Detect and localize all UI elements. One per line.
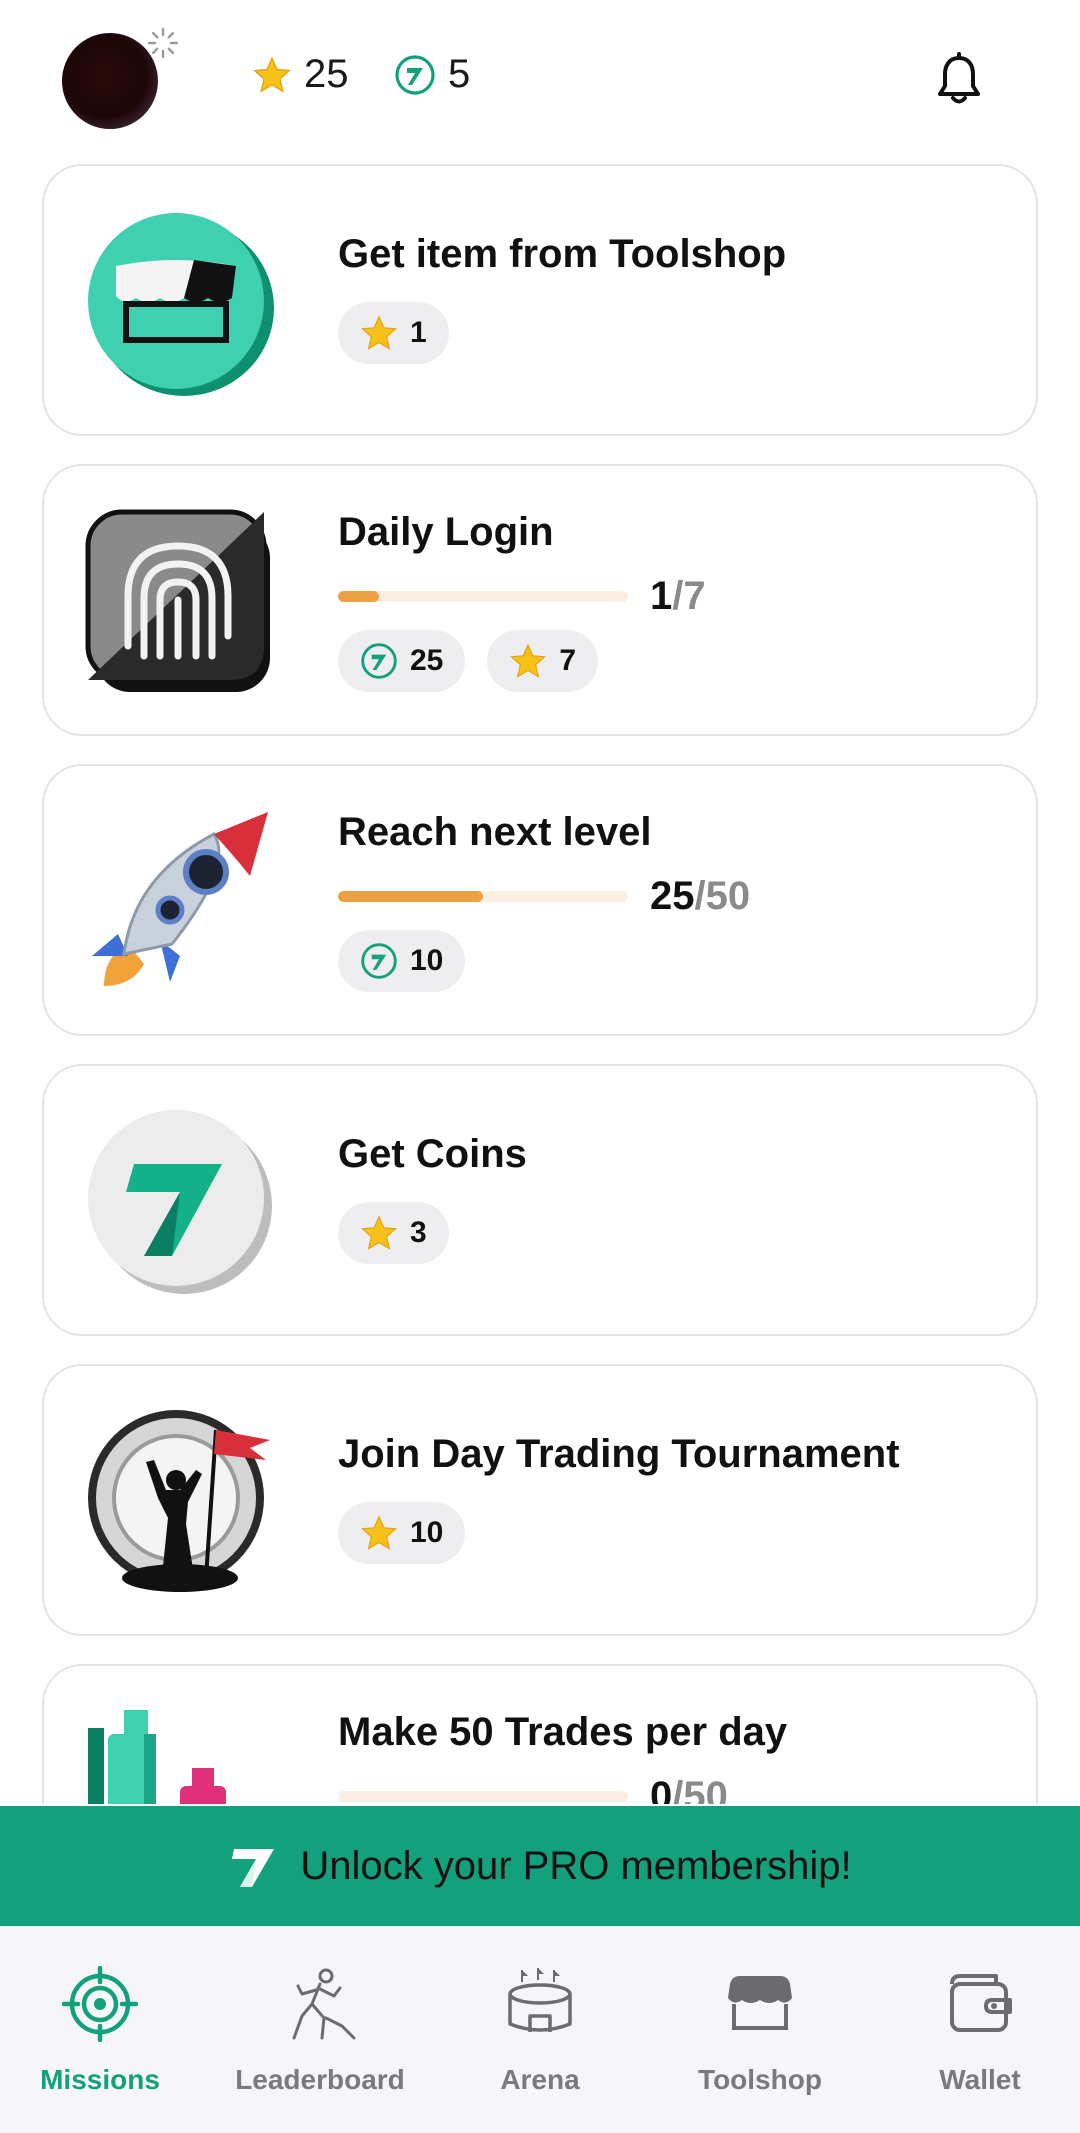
progress-bar <box>338 891 628 902</box>
reward-amount: 10 <box>410 1516 444 1549</box>
progress-count: 0/50 <box>650 1774 728 1804</box>
star-reward-chip: 1 <box>338 302 449 364</box>
progress-bar-fill <box>338 591 380 602</box>
stars-count: 25 <box>304 52 349 96</box>
reward-amount: 3 <box>410 1216 427 1249</box>
reward-amount: 1 <box>410 316 427 349</box>
mission-title: Join Day Trading Tournament <box>338 1432 900 1476</box>
coin-reward-chip: 25 <box>338 630 466 692</box>
progress-current: 25 <box>650 874 695 918</box>
coin-icon <box>395 54 435 95</box>
nav-label: Arena <box>500 2064 580 2095</box>
coins-balance[interactable]: 5 <box>394 52 470 97</box>
target-icon <box>62 1966 138 2042</box>
coin-icon <box>361 943 397 979</box>
top-bar: 25 5 <box>0 0 1080 160</box>
bottom-navigation: Missions Leaderboard Arena Toolshop Wall… <box>0 1926 1080 2133</box>
progress-total: /50 <box>694 874 751 918</box>
nav-label: Leaderboard <box>235 2064 405 2095</box>
star-icon <box>361 1515 397 1550</box>
progress-count: 25/50 <box>650 874 750 919</box>
nav-wallet[interactable]: Wallet <box>880 1966 1080 2096</box>
nav-label: Wallet <box>939 2064 1021 2095</box>
mission-title: Make 50 Trades per day <box>338 1710 788 1754</box>
star-icon <box>361 315 397 350</box>
missions-list[interactable]: Get item from Toolshop 1 Daily Login 1/7… <box>42 164 1038 1804</box>
coin-reward-chip: 10 <box>338 930 466 992</box>
rewards: 25 7 <box>338 630 599 692</box>
mission-card[interactable]: Join Day Trading Tournament 10 <box>42 1364 1038 1636</box>
nav-label: Missions <box>40 2064 160 2095</box>
climber-icon <box>292 1968 356 2040</box>
wallet-icon <box>950 1974 1012 2032</box>
reward-amount: 25 <box>410 644 444 677</box>
mission-card[interactable]: Daily Login 1/7 25 7 <box>42 464 1038 736</box>
bell-icon[interactable] <box>934 52 984 108</box>
avatar[interactable] <box>62 33 158 129</box>
toolshop-icon <box>88 213 274 396</box>
pro-banner-text: Unlock your PRO membership! <box>300 1843 852 1888</box>
star-reward-chip: 3 <box>338 1202 449 1264</box>
mission-title: Daily Login <box>338 510 554 554</box>
pro-membership-banner[interactable]: Unlock your PRO membership! <box>0 1806 1080 1926</box>
pro-logo-icon <box>232 1849 275 1887</box>
star-icon <box>510 643 547 678</box>
progress: 0/50 <box>338 1774 728 1804</box>
progress-current: 1 <box>650 574 673 618</box>
rewards: 3 <box>338 1202 449 1264</box>
progress-bar <box>338 1791 628 1802</box>
loading-spinner-icon <box>147 27 179 59</box>
rewards: 10 <box>338 930 466 992</box>
nav-arena[interactable]: Arena <box>440 1966 640 2096</box>
reward-amount: 7 <box>559 644 577 677</box>
progress: 25/50 <box>338 874 750 919</box>
mission-title: Reach next level <box>338 810 652 854</box>
arena-icon <box>508 1968 572 2032</box>
nav-label: Toolshop <box>698 2064 822 2095</box>
mission-card[interactable]: Reach next level 25/50 10 <box>42 764 1038 1036</box>
nav-toolshop[interactable]: Toolshop <box>660 1966 860 2096</box>
coins-count: 5 <box>448 52 471 96</box>
mission-card[interactable]: Make 50 Trades per day 0/50 <box>42 1664 1038 1804</box>
rewards: 1 <box>338 302 449 364</box>
progress-bar <box>338 591 628 602</box>
nav-missions[interactable]: Missions <box>0 1966 200 2096</box>
rewards: 10 <box>338 1502 466 1564</box>
rocket-icon <box>92 812 268 986</box>
tournament-icon <box>88 1410 270 1592</box>
coin-icon <box>361 643 397 679</box>
stars-balance[interactable]: 25 <box>252 52 349 97</box>
star-icon <box>361 1215 397 1250</box>
progress: 1/7 <box>338 574 706 619</box>
coin-logo-icon <box>88 1110 272 1294</box>
reward-amount: 10 <box>410 944 444 977</box>
shop-icon <box>728 1976 792 2030</box>
progress-total: /7 <box>672 574 706 618</box>
progress-bar-fill <box>338 891 483 902</box>
progress-count: 1/7 <box>650 574 706 619</box>
nav-leaderboard[interactable]: Leaderboard <box>220 1966 420 2096</box>
mission-title: Get Coins <box>338 1132 527 1176</box>
mission-title: Get item from Toolshop <box>338 232 787 276</box>
mission-card[interactable]: Get Coins 3 <box>42 1064 1038 1336</box>
star-reward-chip: 7 <box>487 630 599 692</box>
star-reward-chip: 10 <box>338 1502 466 1564</box>
progress-total: /50 <box>672 1774 728 1804</box>
star-icon <box>253 55 291 93</box>
progress-current: 0 <box>650 1774 673 1804</box>
mission-card[interactable]: Get item from Toolshop 1 <box>42 164 1038 436</box>
trades-icon <box>88 1710 226 1804</box>
fingerprint-icon <box>85 509 270 692</box>
